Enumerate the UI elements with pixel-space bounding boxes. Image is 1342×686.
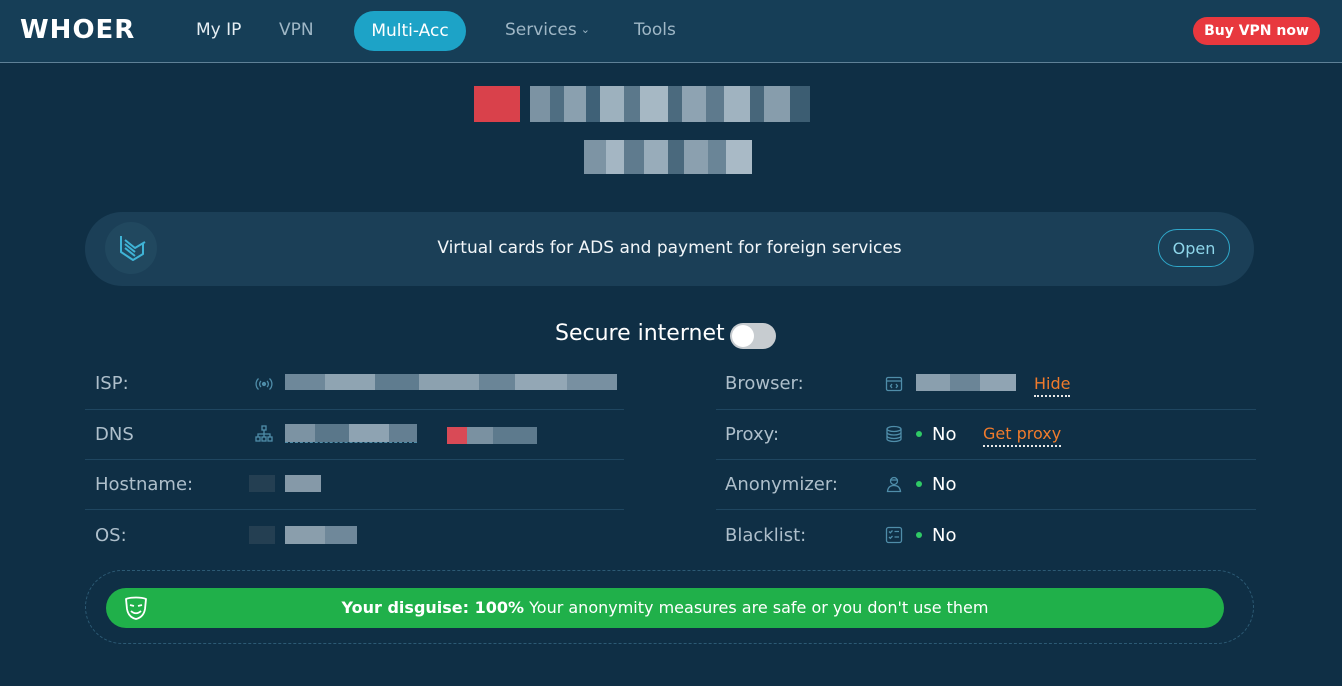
proxy-status-dot (916, 431, 922, 437)
row-divider (85, 509, 624, 510)
network-icon (255, 425, 273, 443)
anonymizer-status-dot (916, 481, 922, 487)
nav-tools[interactable]: Tools (634, 20, 676, 40)
blacklist-label: Blacklist: (725, 525, 807, 546)
nav-vpn[interactable]: VPN (279, 20, 314, 40)
browser-label: Browser: (725, 373, 804, 394)
os-label: OS: (95, 525, 127, 546)
agent-icon (885, 475, 903, 493)
disguise-score: Your disguise: 100% (341, 598, 525, 617)
secure-internet-label: Secure internet (555, 321, 725, 346)
row-divider (85, 409, 624, 410)
isp-label: ISP: (95, 373, 129, 394)
virtual-cards-banner: Virtual cards for ADS and payment for fo… (85, 212, 1254, 286)
blacklist-value: No (932, 525, 957, 546)
blacklist-status-dot (916, 532, 922, 538)
browser-value-redacted (916, 374, 1016, 391)
nav-services-label: Services (505, 20, 577, 40)
disguise-message: Your anonymity measures are safe or you … (524, 598, 989, 617)
database-icon (885, 425, 903, 443)
disguise-status-bar: Your disguise: 100% Your anonymity measu… (106, 588, 1224, 628)
open-button[interactable]: Open (1158, 229, 1230, 267)
get-proxy-link[interactable]: Get proxy (983, 424, 1062, 447)
row-divider (716, 409, 1256, 410)
nav-services[interactable]: Services ⌄ (505, 20, 590, 40)
row-divider (85, 459, 624, 460)
proxy-value: No (932, 424, 957, 445)
row-divider (716, 509, 1256, 510)
dns-label: DNS (95, 424, 134, 445)
disguise-text: Your disguise: 100% Your anonymity measu… (106, 598, 1224, 617)
anonymizer-value: No (932, 474, 957, 495)
nav-multi-acc[interactable]: Multi-Acc (354, 11, 466, 51)
row-divider (716, 459, 1256, 460)
hostname-label: Hostname: (95, 474, 194, 495)
location-redacted (584, 140, 752, 174)
secure-internet-toggle[interactable] (730, 323, 776, 349)
dns-value-redacted[interactable] (285, 424, 417, 443)
hostname-value-redacted (249, 475, 321, 492)
chevron-down-icon: ⌄ (580, 23, 590, 36)
checklist-icon (885, 526, 903, 544)
isp-value-redacted (285, 374, 617, 390)
browser-window-icon (885, 375, 903, 393)
promo-text: Virtual cards for ADS and payment for fo… (437, 238, 902, 258)
proxy-label: Proxy: (725, 424, 780, 445)
whoer-logo[interactable]: WHOER (20, 15, 135, 45)
toggle-knob (732, 325, 754, 347)
top-navbar: WHOER My IP VPN Multi-Acc Services ⌄ Tool… (0, 0, 1342, 63)
dns-country-redacted (447, 427, 537, 444)
ip-address-redacted (474, 86, 810, 122)
nav-my-ip[interactable]: My IP (196, 20, 241, 40)
hide-browser-link[interactable]: Hide (1034, 374, 1071, 397)
os-value-redacted (249, 526, 357, 544)
anonymizer-label: Anonymizer: (725, 474, 839, 495)
buy-vpn-button[interactable]: Buy VPN now (1193, 17, 1320, 45)
signal-icon (255, 375, 273, 393)
